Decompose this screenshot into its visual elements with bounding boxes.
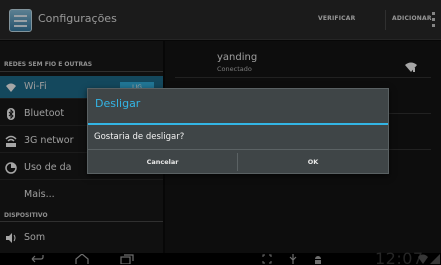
dialog-title-rule xyxy=(88,123,388,125)
dialog-button-bar: Cancelar OK xyxy=(88,149,388,173)
shutdown-dialog: Desligar Gostaria de desligar? Cancelar … xyxy=(87,88,389,174)
ok-button[interactable]: OK xyxy=(238,150,388,174)
dialog-message: Gostaria de desligar? xyxy=(94,132,185,142)
cancel-button[interactable]: Cancelar xyxy=(88,150,237,174)
dialog-title: Desligar xyxy=(95,97,141,110)
